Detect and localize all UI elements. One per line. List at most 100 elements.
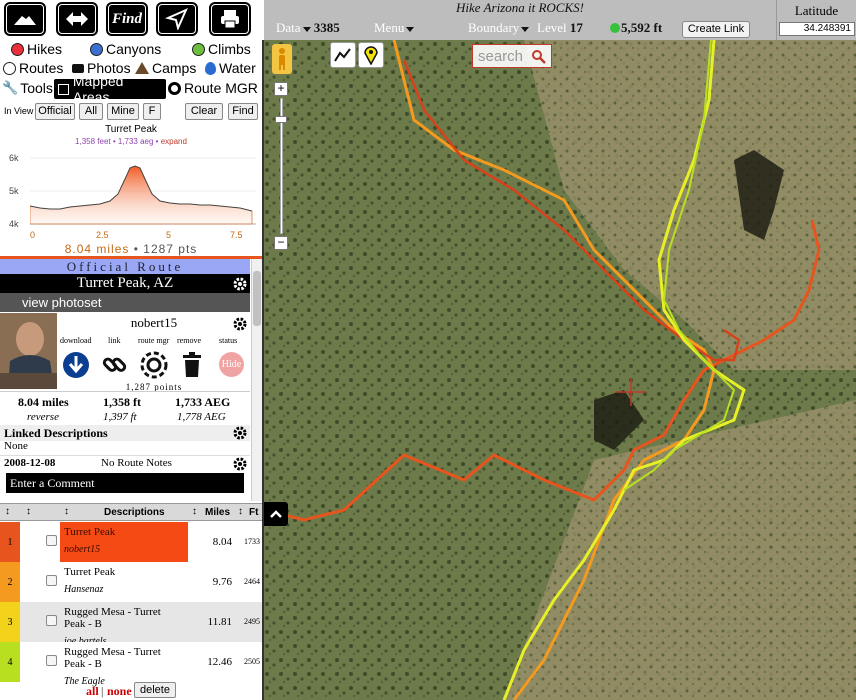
delete-button[interactable]: delete [134, 682, 176, 698]
profile-summary: 8.04 miles • 1287 pts [64, 242, 198, 256]
gear-icon[interactable] [232, 456, 248, 472]
view-photoset-link[interactable]: view photoset [0, 293, 250, 312]
find-route-button[interactable]: Find [228, 103, 258, 120]
tools-tab[interactable]: 🔧 Tools [2, 80, 53, 96]
elevation-value: 5,592 ft [621, 20, 663, 35]
zoom-in-button[interactable]: + [274, 82, 288, 96]
data-menu[interactable]: Data 3385 [276, 20, 340, 36]
comment-input[interactable]: Enter a Comment [6, 473, 244, 493]
download-icon[interactable] [62, 351, 90, 379]
descriptions-header[interactable]: Descriptions [104, 507, 165, 518]
row-number: 4 [0, 642, 20, 682]
sort-arrows-icon[interactable]: ↕ [238, 506, 243, 517]
location-marker-toggle[interactable] [358, 42, 384, 68]
site-motto: Hike Arizona it ROCKS! [456, 0, 584, 15]
gear-icon[interactable] [232, 425, 248, 441]
table-row[interactable]: 4 Rugged Mesa - Turret Peak - B The Eagle… [0, 642, 262, 687]
row-description[interactable]: Rugged Mesa - Turret Peak - Bjoe bartels [60, 602, 188, 647]
elevation-profile-toggle[interactable] [330, 42, 356, 68]
y-tick-5k: 5k [9, 186, 19, 196]
water-drop-icon [205, 61, 216, 75]
boundary-dropdown[interactable]: Boundary [468, 20, 530, 36]
separator: | [101, 684, 104, 698]
data-label: Data [276, 20, 301, 35]
row-checkbox[interactable] [46, 615, 57, 626]
x-tick-2-5: 2.5 [96, 230, 109, 240]
table-row[interactable]: 2 Turret Peak Hansenaz 9.76 2464 [0, 562, 262, 602]
route-mgr-label: route mgr [138, 336, 170, 345]
find-button[interactable]: Find [108, 4, 146, 34]
zoom-out-button[interactable]: − [274, 236, 288, 250]
route-mgr-tab[interactable]: Route MGR [168, 80, 258, 96]
level-label: Level [537, 20, 567, 35]
layer-hikes[interactable]: Hikes [11, 41, 62, 57]
print-button[interactable] [211, 4, 249, 34]
route-manager-icon[interactable] [140, 351, 168, 379]
reverse-aeg: 1,778 AEG [177, 411, 226, 423]
row-ft: 1733 [244, 537, 260, 546]
gear-icon[interactable] [232, 276, 248, 292]
row-description[interactable]: Turret Peak nobert15 [60, 522, 188, 562]
search-icon[interactable] [531, 49, 547, 65]
filter-mine-button[interactable]: Mine [107, 103, 139, 120]
user-photo [0, 313, 57, 389]
expand-horizontal-button[interactable] [58, 4, 96, 34]
menu-dropdown[interactable]: Menu [374, 20, 415, 36]
reverse-elevation: 1,397 ft [103, 411, 137, 423]
remove-label: remove [177, 336, 201, 345]
select-all-link[interactable]: all [86, 684, 99, 699]
layer-canyons[interactable]: Canyons [90, 41, 161, 57]
filter-official-button[interactable]: Official [35, 103, 75, 120]
ft-header[interactable]: Ft [249, 507, 258, 518]
street-view-pegman-icon[interactable] [272, 44, 292, 74]
layer-routes[interactable]: Routes [3, 60, 63, 76]
in-view-label: In View [4, 106, 34, 116]
mountain-button[interactable] [6, 4, 44, 34]
clear-button[interactable]: Clear [185, 103, 223, 120]
mountain-icon [14, 16, 36, 25]
map-search-input[interactable]: search [478, 48, 523, 65]
filter-f-button[interactable]: F [143, 103, 161, 120]
layer-water[interactable]: Water [205, 60, 256, 76]
row-checkbox[interactable] [46, 535, 57, 546]
gear-icon[interactable] [232, 316, 248, 332]
collapse-panel-button[interactable] [264, 502, 288, 526]
route-user[interactable]: nobert15 [58, 315, 250, 331]
row-title: Turret Peak [64, 526, 116, 538]
satellite-map[interactable]: search + − [264, 40, 856, 700]
row-description[interactable]: Rugged Mesa - Turret Peak - B The Eagle [60, 642, 188, 687]
row-ft: 2495 [244, 617, 260, 626]
table-row[interactable]: 3 Rugged Mesa - Turret Peak - Bjoe barte… [0, 602, 262, 647]
create-link-button[interactable]: Create Link [682, 21, 750, 38]
scrollbar-thumb[interactable] [253, 271, 261, 326]
top-bar: Hike Arizona it ROCKS! Data 3385 Menu Bo… [264, 0, 776, 40]
select-none-link[interactable]: none [107, 684, 132, 699]
sort-arrows-icon[interactable]: ↕ [192, 506, 197, 517]
mapped-areas-tab[interactable]: Mapped Areas [54, 73, 166, 105]
filter-all-button[interactable]: All [79, 103, 103, 120]
profile-stats-text: 1,358 feet • 1,733 aeg [75, 137, 154, 146]
status-dot-icon [610, 23, 620, 33]
navigate-button[interactable] [158, 4, 196, 34]
row-checkbox[interactable] [46, 655, 57, 666]
row-checkbox[interactable] [46, 575, 57, 586]
layer-climbs[interactable]: Climbs [192, 41, 251, 57]
table-row[interactable]: 1 Turret Peak nobert15 8.04 1733 [0, 522, 262, 562]
elevation-area [30, 165, 253, 225]
latitude-value[interactable]: 34.248391 [779, 22, 855, 36]
printer-icon [221, 10, 239, 29]
link-icon[interactable] [101, 351, 129, 379]
pegman-icon [279, 48, 285, 70]
sort-arrows-icon[interactable]: ↕ [5, 506, 10, 517]
chevron-up-icon [270, 510, 282, 518]
hide-status-button[interactable]: Hide [219, 352, 244, 377]
zoom-slider-thumb[interactable] [275, 116, 287, 123]
trash-icon[interactable] [181, 352, 203, 378]
sort-arrows-icon[interactable]: ↕ [26, 506, 31, 517]
map-search-box[interactable]: search [472, 44, 552, 68]
row-title: Rugged Mesa - Turret Peak - B [64, 606, 161, 630]
miles-header[interactable]: Miles [205, 507, 230, 518]
expand-link[interactable]: expand [161, 137, 187, 146]
sort-arrows-icon[interactable]: ↕ [64, 506, 69, 517]
row-description[interactable]: Turret Peak Hansenaz [60, 562, 188, 602]
